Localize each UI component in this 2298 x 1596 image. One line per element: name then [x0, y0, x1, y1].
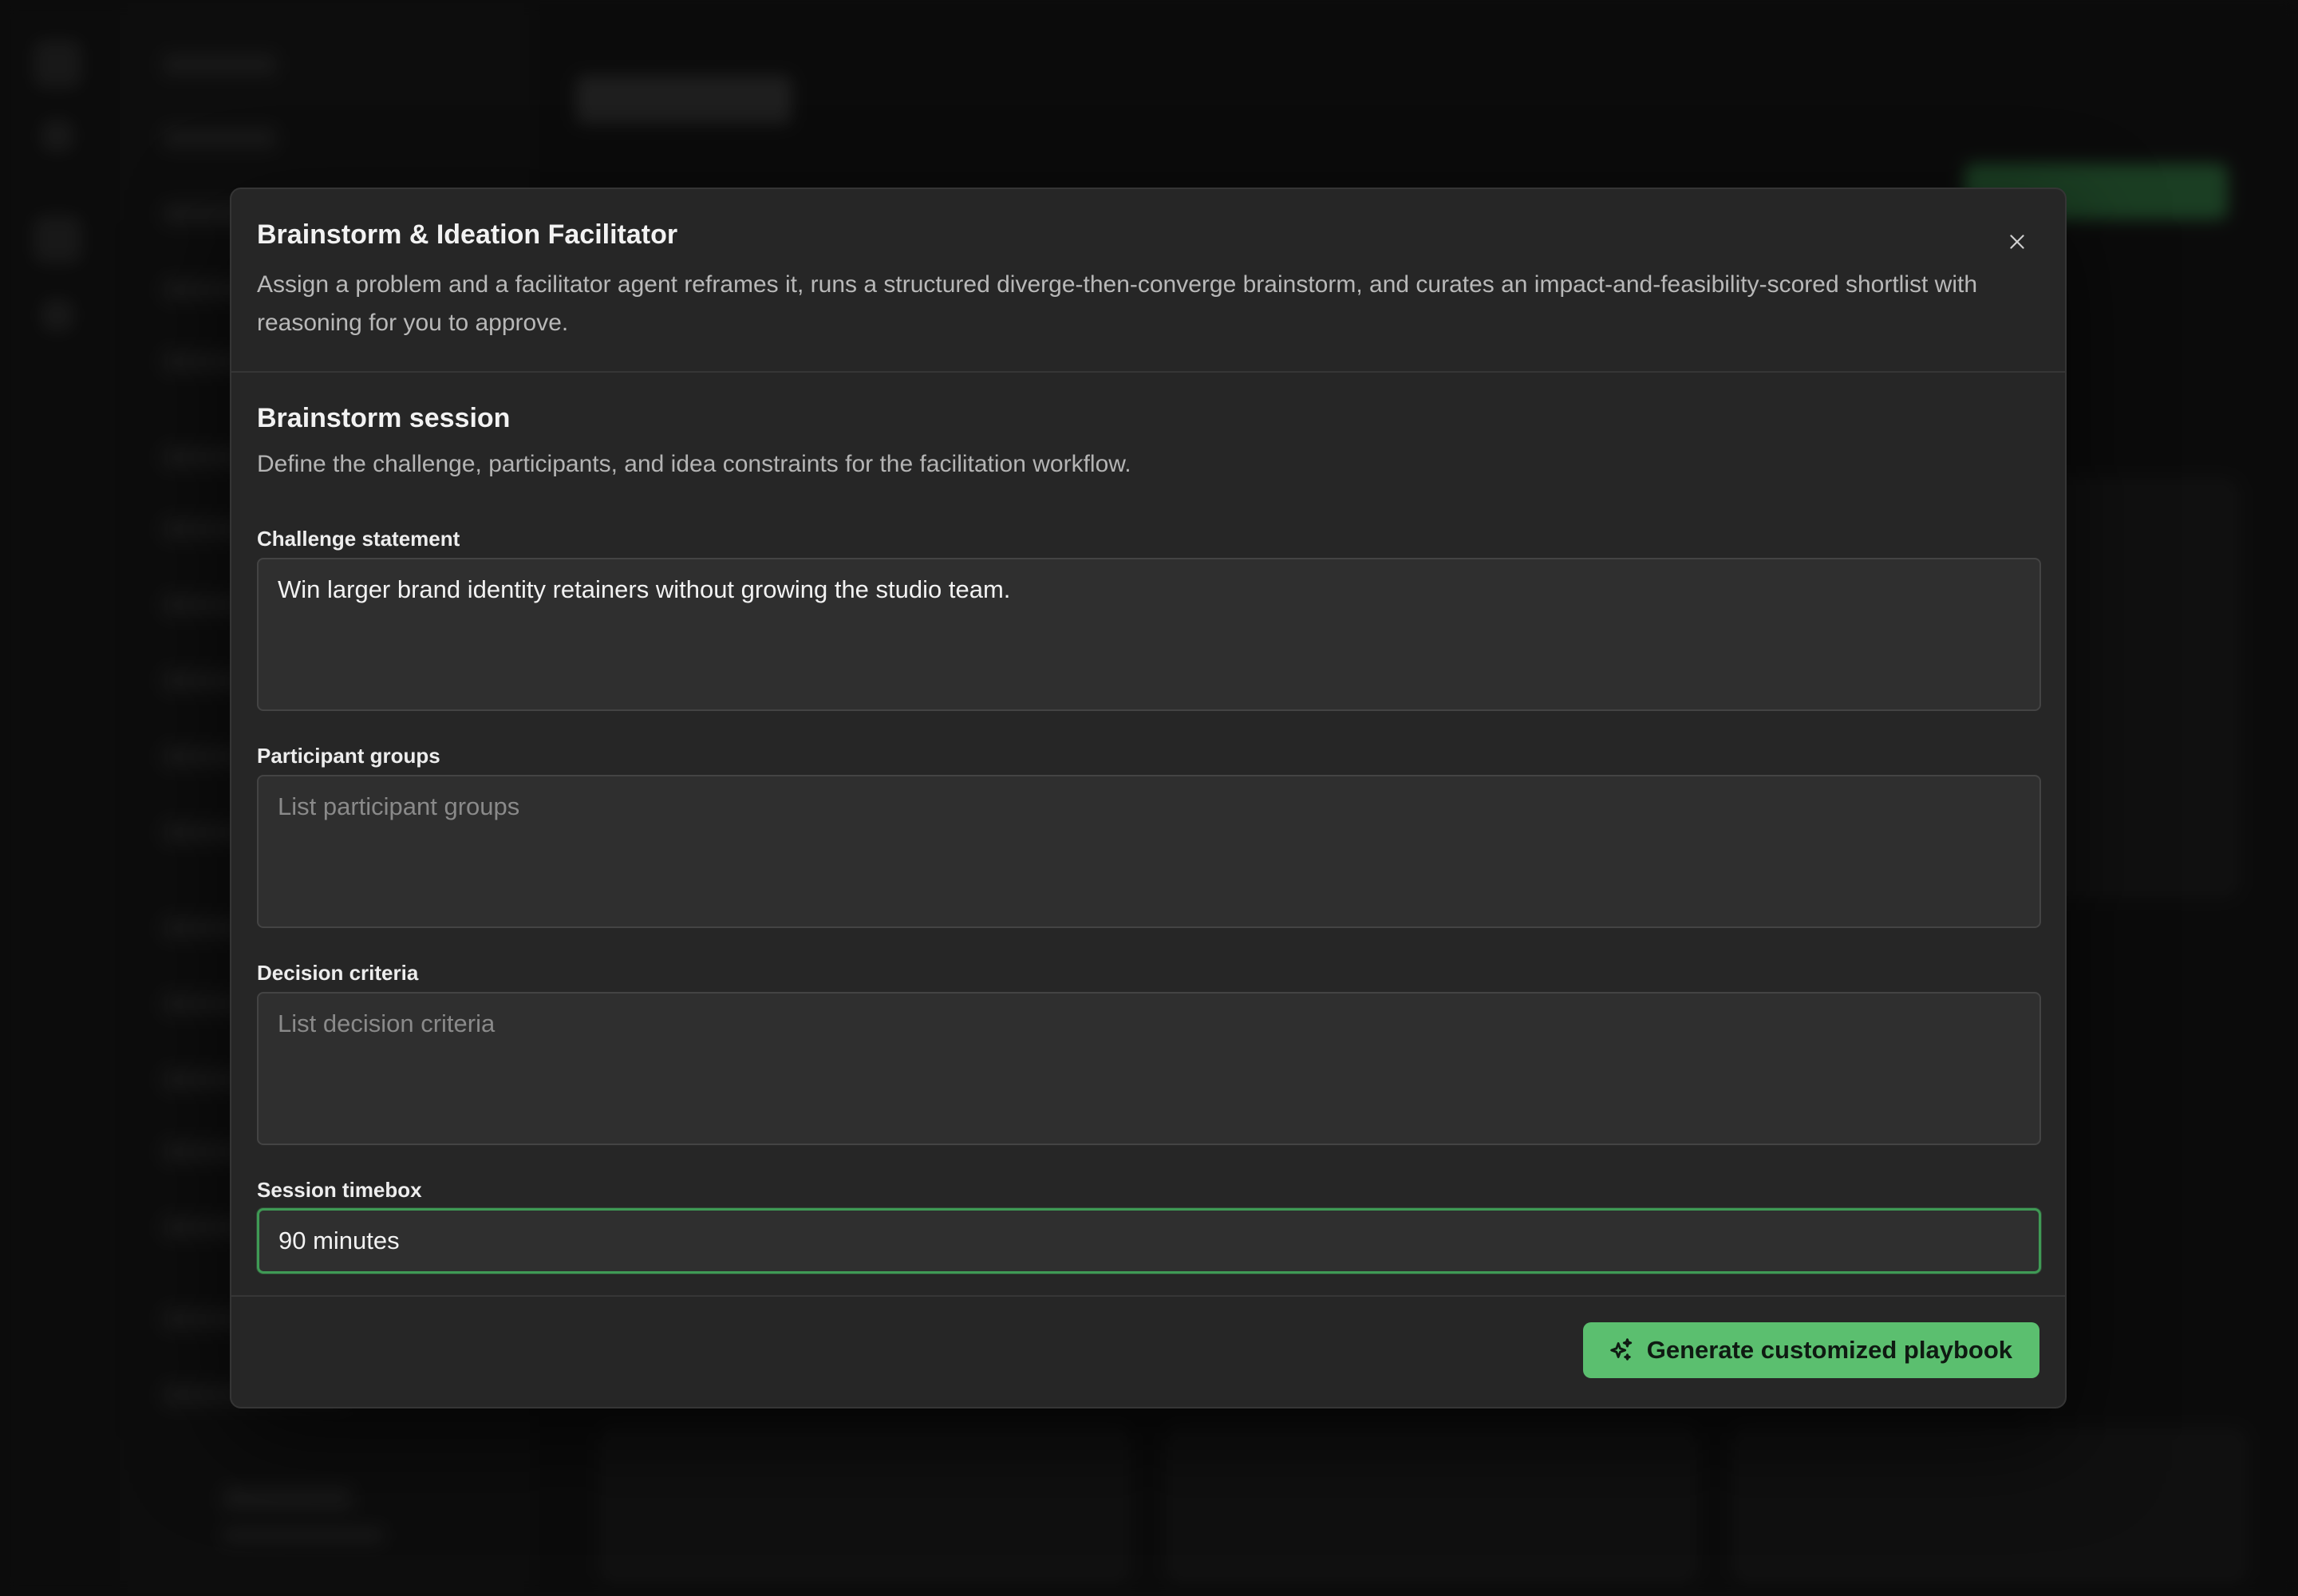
generate-playbook-button[interactable]: Generate customized playbook — [1582, 1322, 2039, 1378]
close-button[interactable] — [2000, 224, 2035, 259]
section-description: Define the challenge, participants, and … — [257, 451, 1131, 477]
section-title: Brainstorm session — [257, 403, 511, 433]
decision-criteria-field[interactable] — [257, 992, 2041, 1145]
playbook-modal: Brainstorm & Ideation Facilitator Assign… — [230, 188, 2067, 1408]
challenge-statement-field[interactable]: Win larger brand identity retainers with… — [257, 558, 2041, 711]
modal-footer: Generate customized playbook — [231, 1295, 2065, 1407]
sparkles-icon — [1610, 1338, 1632, 1361]
participants-label: Participant groups — [257, 744, 440, 768]
generate-playbook-label: Generate customized playbook — [1646, 1336, 2012, 1364]
close-icon — [2010, 235, 2024, 249]
timebox-label: Session timebox — [257, 1178, 422, 1202]
modal-header: Brainstorm & Ideation Facilitator Assign… — [231, 189, 2065, 373]
session-timebox-field[interactable] — [257, 1208, 2041, 1274]
criteria-label: Decision criteria — [257, 961, 419, 985]
modal-title: Brainstorm & Ideation Facilitator — [257, 219, 678, 250]
modal-description: Assign a problem and a facilitator agent… — [257, 271, 1978, 336]
challenge-label: Challenge statement — [257, 527, 460, 551]
participant-groups-field[interactable] — [257, 775, 2041, 928]
